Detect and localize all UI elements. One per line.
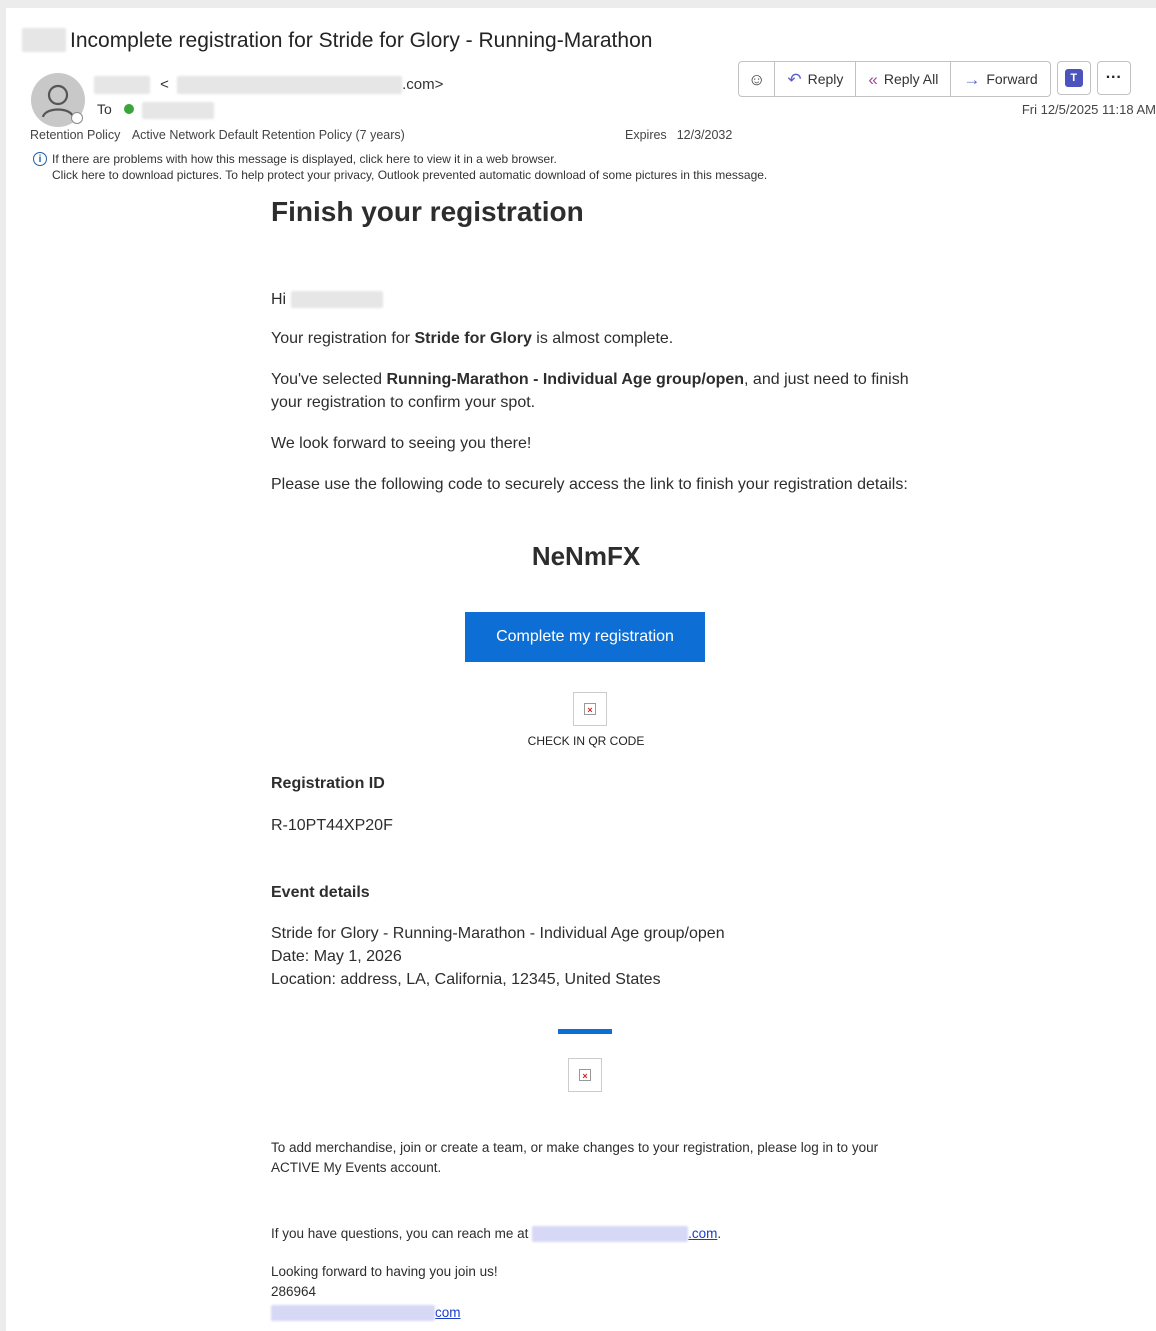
info-icon: i [33, 152, 47, 166]
reply-button[interactable]: ↶ Reply [774, 62, 855, 96]
footer-paragraph-2: If you have questions, you can reach me … [271, 1226, 722, 1243]
registration-id-value: R-10PT44XP20F [271, 817, 393, 834]
qr-code-image: × [573, 692, 607, 726]
complete-registration-button[interactable]: Complete my registration [465, 612, 705, 662]
download-pictures-link[interactable]: Click here to download pictures. To help… [33, 167, 767, 183]
qr-code-label: CHECK IN QR CODE [527, 734, 645, 748]
redacted-name [290, 291, 383, 309]
sender-line[interactable]: < .com> [94, 76, 443, 95]
reply-all-button[interactable]: « Reply All [855, 62, 950, 96]
redacted-sender-name [94, 76, 150, 95]
paragraph-2: You've selected Running-Marathon - Indiv… [271, 371, 909, 411]
body-heading: Finish your registration [271, 196, 584, 227]
broken-image-icon: × [579, 1069, 591, 1081]
email-reading-pane: Incomplete registration for Stride for G… [6, 8, 1156, 1331]
footer-link[interactable]: com [435, 1305, 461, 1320]
event-details-label: Event details [271, 884, 370, 901]
reply-all-icon: « [868, 69, 878, 89]
paragraph-1: Your registration for Stride for Glory i… [271, 330, 674, 347]
redacted-sender-email [177, 76, 403, 95]
info-bar[interactable]: i If there are problems with how this me… [33, 151, 767, 183]
contact-email-link[interactable]: .com [688, 1226, 717, 1241]
reply-arrow-icon: ↶ [787, 69, 802, 89]
event-date: Date: May 1, 2026 [271, 948, 402, 965]
email-subject: Incomplete registration for Stride for G… [22, 28, 652, 53]
access-code: NeNmFX [531, 541, 641, 571]
teams-share-button[interactable]: T [1056, 61, 1091, 95]
redacted-link [271, 1305, 435, 1322]
teams-icon: T [1064, 69, 1083, 87]
divider-bar [558, 1029, 612, 1034]
check-status-icon [123, 104, 134, 114]
presence-status-icon [71, 112, 83, 124]
registration-id-label: Registration ID [271, 775, 385, 792]
more-actions-button[interactable]: ··· [1096, 61, 1131, 95]
logo-image: × [568, 1058, 602, 1092]
ellipsis-icon: ··· [1105, 69, 1122, 86]
event-line-1: Stride for Glory - Running-Marathon - In… [271, 925, 725, 942]
footer-link-line: com [271, 1303, 461, 1323]
footer-paragraph-1: To add merchandise, join or create a tea… [271, 1140, 879, 1175]
retention-policy: Retention Policy Active Network Default … [30, 128, 405, 142]
paragraph-4: Please use the following code to securel… [271, 476, 908, 493]
redacted-recipient [141, 101, 214, 119]
message-actions: ☺ ↶ Reply « Reply All → Forward T ··· [738, 61, 1131, 97]
action-group: ☺ ↶ Reply « Reply All → Forward [738, 61, 1051, 97]
expires-info: Expires 12/3/2032 [625, 128, 733, 142]
forward-button[interactable]: → Forward [950, 62, 1049, 96]
event-location: Location: address, LA, California, 12345… [271, 971, 661, 988]
forward-arrow-icon: → [963, 69, 981, 89]
redacted-prefix [22, 28, 66, 52]
paragraph-3: We look forward to seeing you there! [271, 435, 532, 452]
footer-paragraph-3: Looking forward to having you join us! [271, 1264, 498, 1279]
reaction-button[interactable]: ☺ [739, 62, 774, 96]
smiley-icon: ☺ [748, 69, 766, 89]
redacted-email [532, 1226, 689, 1243]
greeting: Hi [271, 288, 383, 311]
footer-number: 286964 [271, 1284, 317, 1299]
sent-date: Fri 12/5/2025 11:18 AM [1021, 102, 1156, 117]
broken-image-icon: × [584, 703, 596, 715]
view-in-browser-link[interactable]: If there are problems with how this mess… [33, 151, 767, 167]
recipient-line[interactable]: To [97, 101, 214, 119]
